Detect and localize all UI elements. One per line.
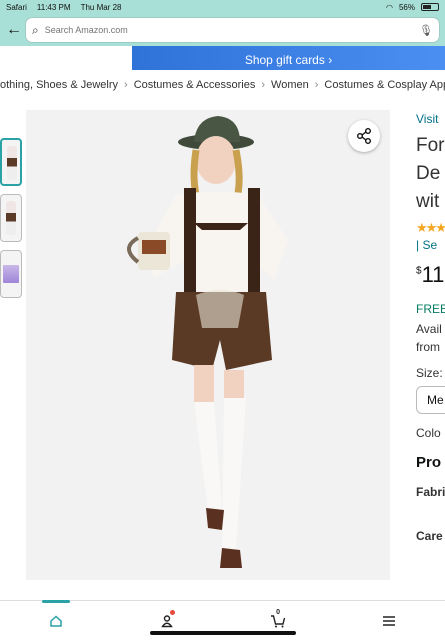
size-label: Size:: [416, 366, 443, 380]
battery-icon: [421, 3, 439, 11]
search-box[interactable]: ⌕ 🎙: [26, 18, 439, 42]
breadcrumb-item[interactable]: Women: [271, 79, 309, 91]
availability-line: from: [416, 340, 440, 354]
nav-menu[interactable]: [369, 606, 409, 636]
free-delivery-text: FREE: [416, 302, 445, 316]
breadcrumb-item[interactable]: othing, Shoes & Jewelry: [0, 79, 118, 91]
search-input[interactable]: [44, 25, 420, 35]
microphone-icon[interactable]: 🎙: [419, 24, 433, 37]
notification-dot: [169, 609, 175, 615]
gift-card-banner[interactable]: Shop gift cards ›: [132, 46, 445, 70]
status-date: Thu Mar 28: [80, 2, 122, 12]
status-time: 11:43 PM: [36, 2, 71, 12]
rating-stars[interactable]: ★★★: [416, 220, 445, 236]
breadcrumb-separator: ›: [261, 79, 266, 91]
user-icon: [161, 614, 173, 627]
breadcrumb-separator: ›: [124, 79, 128, 91]
product-details-heading: Pro: [416, 454, 442, 471]
battery-percent: 56%: [398, 2, 415, 12]
breadcrumb-item[interactable]: Costumes & Accessories: [134, 79, 256, 91]
share-icon: [357, 128, 371, 144]
back-arrow-icon[interactable]: ←: [6, 21, 24, 39]
product-image[interactable]: [26, 110, 390, 580]
color-label: Colo: [416, 426, 441, 440]
home-indicator: [150, 631, 296, 635]
thumbnail-3[interactable]: [0, 250, 22, 298]
nav-home[interactable]: [36, 599, 76, 636]
visit-store-link[interactable]: Visit: [416, 112, 445, 126]
banner-text: Shop gift cards ›: [244, 53, 333, 67]
breadcrumb-separator: ›: [314, 79, 319, 91]
breadcrumb: othing, Shoes & Jewelry › Costumes & Acc…: [0, 76, 445, 94]
product-title-line: For: [416, 135, 445, 156]
size-option-button[interactable]: Me: [416, 386, 445, 414]
cart-icon: [271, 614, 286, 627]
status-bar: Safari 11:43 PM Thu Mar 28 ◠ 56%: [0, 0, 445, 14]
product-info-column: Visit For De wit ★★★ | Se $11 FREE Avail…: [416, 110, 445, 543]
fabric-label: Fabri: [416, 485, 445, 499]
breadcrumb-item[interactable]: Costumes & Cosplay App: [324, 79, 445, 91]
thumbnail-strip: [0, 138, 24, 306]
care-label: Care: [416, 529, 443, 543]
menu-icon: [383, 615, 396, 626]
search-icon: ⌕: [32, 22, 39, 37]
share-button[interactable]: [348, 120, 380, 152]
home-icon: [49, 614, 62, 627]
cart-count: 0: [276, 608, 281, 616]
availability-line: Avail: [416, 322, 442, 336]
see-reviews-link[interactable]: | Se: [416, 238, 445, 252]
thumbnail-1[interactable]: [0, 138, 22, 186]
wifi-icon: ◠: [386, 2, 393, 12]
thumbnail-2[interactable]: [0, 194, 22, 242]
status-app: Safari: [6, 2, 27, 12]
search-row: ← ⌕ 🎙: [0, 14, 445, 46]
product-title-line: De: [416, 163, 441, 184]
price: $11: [416, 262, 445, 288]
price-value: 11: [421, 262, 445, 287]
costume-illustration: [26, 110, 390, 580]
product-title-line: wit: [416, 191, 440, 212]
